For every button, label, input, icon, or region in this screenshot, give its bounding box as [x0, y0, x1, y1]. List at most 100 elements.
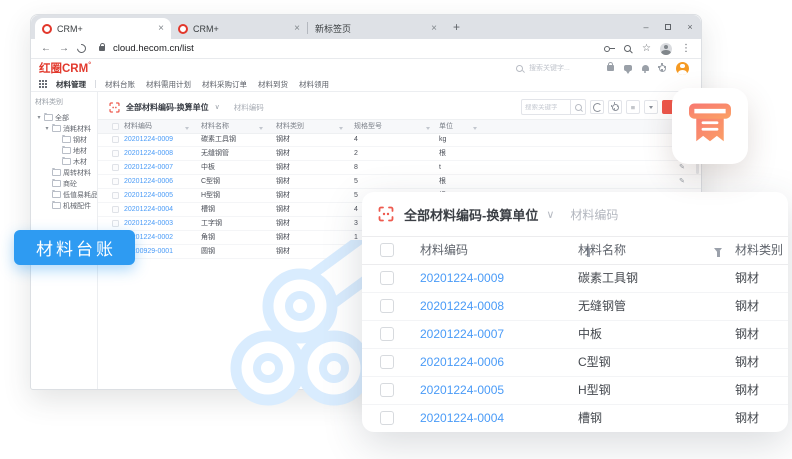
cell-material-category: 钢材 — [276, 217, 290, 230]
list-search[interactable] — [521, 99, 586, 115]
filter-icon[interactable] — [426, 125, 430, 132]
message-icon[interactable] — [624, 65, 632, 71]
table-row: 20201224-0005 H型钢 钢材 — [362, 377, 788, 405]
tree-node[interactable]: 商砼 — [35, 178, 97, 189]
lock-icon[interactable] — [607, 65, 614, 71]
browser-tab-crm-2[interactable]: CRM+ × — [171, 18, 307, 39]
cell-material-code[interactable]: 20201224-0009 — [124, 133, 173, 146]
view-title[interactable]: 全部材料编码-换算单位 — [126, 102, 209, 113]
menu-item[interactable]: 材料领用 — [299, 79, 329, 90]
row-checkbox[interactable] — [112, 206, 119, 213]
close-tab-icon[interactable]: × — [158, 24, 164, 34]
tree-node[interactable]: 木材 — [35, 156, 97, 167]
tree-node[interactable]: 机械配件 — [35, 200, 97, 211]
columns-button[interactable]: ≡ — [626, 100, 640, 114]
browser-menu-icon[interactable]: ⋮ — [681, 43, 691, 54]
menu-item[interactable]: 材料需用计划 — [146, 79, 191, 90]
tree-node[interactable]: ▾ 全部 — [35, 112, 97, 123]
row-checkbox[interactable] — [380, 411, 394, 425]
tree-node-label: 商砼 — [63, 179, 77, 189]
tree-node[interactable]: 周转材料 — [35, 167, 97, 178]
cell-material-category: 钢材 — [735, 321, 759, 348]
menu-item[interactable]: 材料到货 — [258, 79, 288, 90]
row-checkbox[interactable] — [112, 192, 119, 199]
url-text[interactable]: cloud.hecom.cn/list — [113, 43, 596, 54]
list-search-input[interactable] — [522, 104, 570, 111]
cell-material-code[interactable]: 20201224-0006 — [124, 175, 173, 188]
zoom-search-icon[interactable] — [624, 45, 632, 53]
row-checkbox[interactable] — [112, 136, 119, 143]
row-checkbox[interactable] — [380, 355, 394, 369]
row-checkbox[interactable] — [112, 150, 119, 157]
forward-icon[interactable]: → — [59, 44, 69, 54]
overlay-title[interactable]: 全部材料编码-换算单位 — [404, 205, 538, 224]
tree-node[interactable]: 钢材 — [35, 134, 97, 145]
menu-item[interactable]: 材料采购订单 — [202, 79, 247, 90]
settings-button[interactable] — [608, 100, 622, 114]
close-tab-icon[interactable]: × — [431, 24, 437, 34]
bell-icon[interactable] — [642, 65, 649, 71]
chevron-down-icon[interactable]: ∨ — [546, 208, 554, 221]
toolbar-controls: ≡ — [521, 99, 680, 115]
tree-node[interactable]: 地材 — [35, 145, 97, 156]
table-row: 20201224-0009 碳素工具钢 钢材 4 kg ✎ — [98, 133, 701, 147]
chevron-down-icon[interactable]: ∨ — [215, 103, 220, 111]
filter-icon[interactable] — [259, 125, 263, 132]
menu-root[interactable]: 材料管理 — [56, 79, 86, 90]
browser-tab-crm-1[interactable]: CRM+ × — [35, 18, 171, 39]
close-window-button[interactable]: × — [679, 15, 701, 39]
menu-item[interactable]: 材料台账 — [105, 79, 135, 90]
cell-material-code[interactable]: 20201224-0005 — [420, 377, 504, 404]
row-checkbox[interactable] — [380, 383, 394, 397]
back-icon[interactable]: ← — [41, 44, 51, 54]
apps-grid-icon[interactable] — [39, 80, 47, 88]
filter-icon[interactable] — [185, 125, 189, 132]
tab-label: 新标签页 — [315, 22, 426, 35]
bookmark-star-icon[interactable]: ☆ — [642, 44, 651, 54]
cell-material-code[interactable]: 20201224-0007 — [420, 321, 504, 348]
cell-material-code[interactable]: 20201224-0003 — [124, 217, 173, 230]
cell-material-code[interactable]: 20201224-0004 — [124, 203, 173, 216]
user-avatar[interactable] — [676, 62, 689, 75]
gear-icon[interactable] — [659, 65, 666, 72]
cell-material-name: 中板 — [578, 321, 602, 348]
edit-icon[interactable]: ✎ — [679, 175, 685, 188]
row-checkbox[interactable] — [112, 178, 119, 185]
cell-material-code[interactable]: 20201224-0007 — [124, 161, 173, 174]
filter-icon[interactable] — [714, 248, 722, 253]
maximize-button[interactable] — [657, 15, 679, 39]
row-checkbox[interactable] — [380, 327, 394, 341]
cell-material-code[interactable]: 20201224-0005 — [124, 189, 173, 202]
row-checkbox[interactable] — [380, 299, 394, 313]
browser-tab-newtab[interactable]: 新标签页 × — [308, 18, 444, 39]
search-button[interactable] — [570, 100, 585, 114]
password-key-icon[interactable] — [604, 45, 615, 52]
cell-material-code[interactable]: 20201224-0008 — [420, 293, 504, 320]
filter-button[interactable] — [644, 100, 658, 114]
menu-items: 材料台账材料需用计划材料采购订单材料到货材料领用 — [105, 79, 329, 90]
row-checkbox[interactable] — [112, 164, 119, 171]
select-all-checkbox[interactable] — [380, 243, 394, 257]
filter-icon[interactable] — [473, 125, 477, 132]
gear-icon — [612, 104, 619, 111]
row-checkbox[interactable] — [112, 220, 119, 227]
refresh-button[interactable] — [590, 100, 604, 114]
cell-material-code[interactable]: 20201224-0008 — [124, 147, 173, 160]
cell-material-category: 钢材 — [276, 133, 290, 146]
row-checkbox[interactable] — [380, 271, 394, 285]
minimize-button[interactable]: – — [635, 15, 657, 39]
filter-icon[interactable] — [339, 125, 343, 132]
cell-material-code[interactable]: 20201224-0004 — [420, 405, 504, 432]
close-tab-icon[interactable]: × — [294, 24, 300, 34]
select-all-checkbox[interactable] — [112, 123, 119, 130]
cell-material-code[interactable]: 20201224-0006 — [420, 349, 504, 376]
global-search[interactable] — [516, 64, 595, 73]
global-search-input[interactable] — [527, 64, 595, 73]
tree-node[interactable]: ▾ 消耗材料 — [35, 123, 97, 134]
tree-node[interactable]: 低值易耗品 — [35, 189, 97, 200]
new-tab-button[interactable]: + — [453, 20, 460, 34]
cell-material-name: H型钢 — [201, 189, 220, 202]
cell-material-code[interactable]: 20201224-0009 — [420, 265, 504, 292]
profile-avatar-icon[interactable] — [660, 43, 672, 55]
reload-icon[interactable] — [75, 42, 88, 55]
